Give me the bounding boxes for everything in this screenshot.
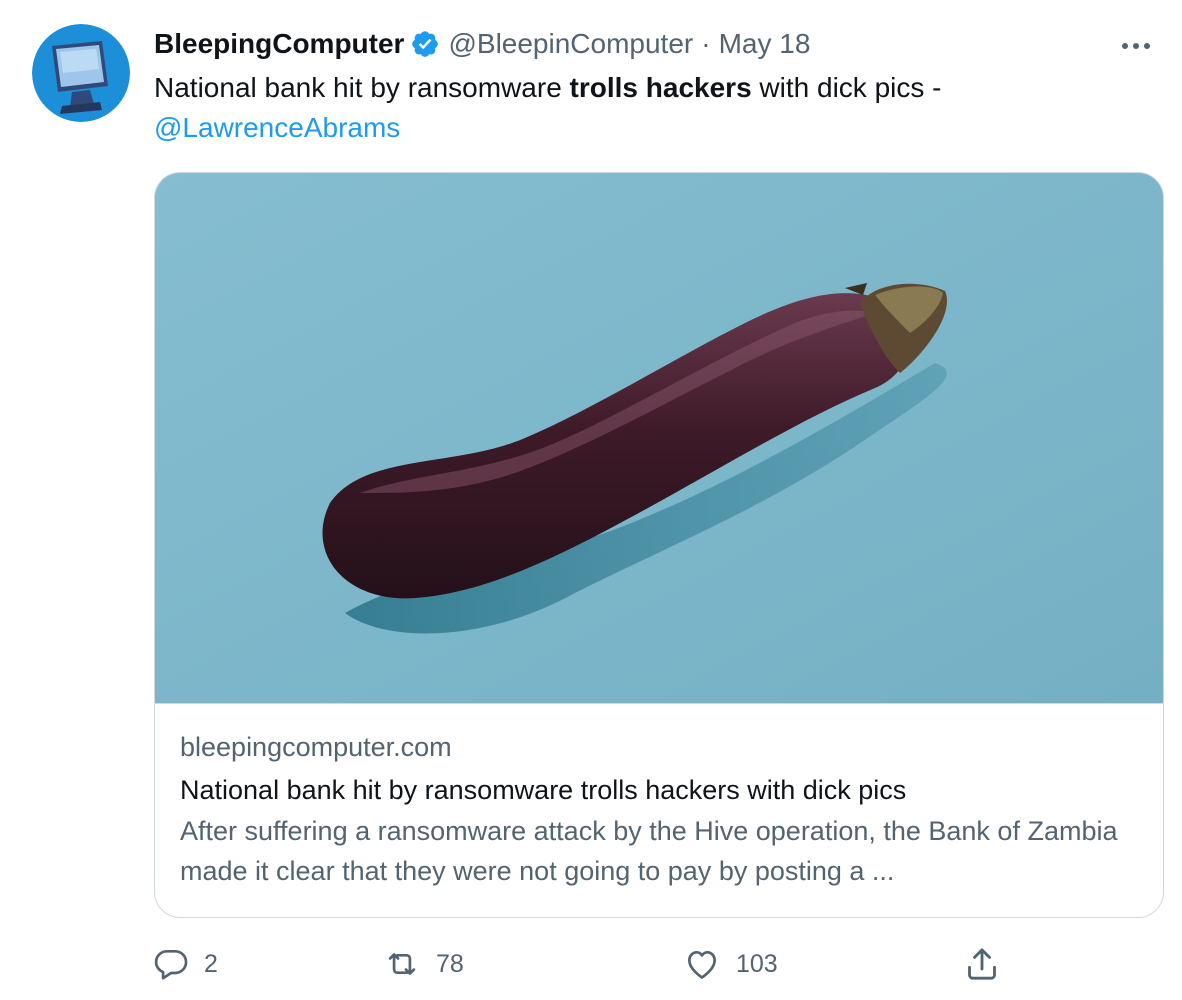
- like-count: 103: [736, 949, 778, 978]
- card-image[interactable]: [155, 173, 1163, 704]
- reply-count: 2: [204, 949, 218, 978]
- tweet[interactable]: BleepingComputer @BleepinComputer · May …: [0, 0, 1182, 1000]
- reply-button[interactable]: 2: [152, 942, 218, 986]
- tweet-text-part2: with dick pics -: [751, 72, 942, 103]
- header-separator: ·: [701, 28, 711, 59]
- tweet-date[interactable]: May 18: [719, 28, 811, 60]
- display-name[interactable]: BleepingComputer: [154, 28, 404, 60]
- tweet-text-bold: trolls hackers: [569, 72, 752, 103]
- link-card[interactable]: bleepingcomputer.com National bank hit b…: [154, 172, 1164, 918]
- mention-link[interactable]: @LawrenceAbrams: [154, 112, 400, 143]
- card-body: bleepingcomputer.com National bank hit b…: [180, 729, 1140, 891]
- more-options-button[interactable]: [1116, 30, 1156, 60]
- reply-icon: [154, 949, 188, 980]
- card-domain: bleepingcomputer.com: [180, 732, 452, 762]
- card-description: After suffering a ransomware attack by t…: [180, 816, 1118, 886]
- verified-badge-icon: [410, 29, 440, 59]
- avatar[interactable]: [32, 24, 130, 122]
- tweet-actions: 2 78 103: [152, 942, 1012, 986]
- eggplant-image: [155, 173, 1163, 703]
- tweet-header: BleepingComputer @BleepinComputer · May …: [154, 26, 810, 62]
- share-icon: [968, 948, 996, 980]
- tweet-text-part1: National bank hit by ransomware: [154, 72, 570, 103]
- share-button[interactable]: [962, 942, 1002, 986]
- retweet-button[interactable]: 78: [382, 942, 464, 986]
- tweet-text: National bank hit by ransomware trolls h…: [154, 68, 1134, 148]
- retweet-icon: [388, 953, 416, 975]
- retweet-count: 78: [436, 949, 464, 978]
- like-button[interactable]: 103: [682, 942, 778, 986]
- user-handle[interactable]: @BleepinComputer: [448, 28, 693, 60]
- heart-icon: [687, 950, 717, 979]
- card-title: National bank hit by ransomware trolls h…: [180, 775, 907, 805]
- computer-monitor-avatar-icon: [32, 24, 130, 122]
- more-dots-icon: [1122, 43, 1150, 49]
